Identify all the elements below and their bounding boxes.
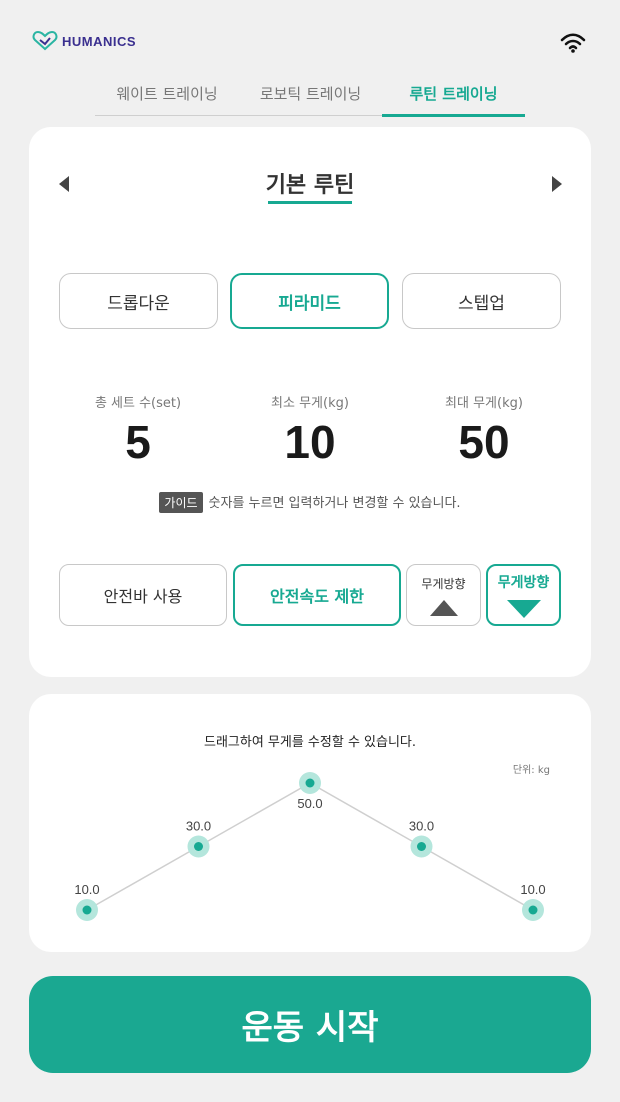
start-workout-button[interactable]: 운동 시작 (29, 976, 591, 1073)
chart-point-label: 10.0 (74, 882, 99, 897)
brand-logo: HUMANICS (32, 31, 136, 51)
chart-point-label: 50.0 (297, 796, 322, 811)
weight-direction-down-button[interactable]: 무게방향 (486, 564, 561, 626)
stat-min-weight-label: 최소 무게(kg) (271, 396, 349, 411)
triangle-up-icon (429, 599, 458, 616)
stat-max-weight-label: 최대 무게(kg) (445, 396, 523, 411)
tab-robotic-training[interactable]: 로보틱 트레이닝 (239, 80, 382, 116)
chart-point-label: 30.0 (186, 819, 211, 834)
chart-point[interactable] (305, 778, 315, 788)
safety-bar-button[interactable]: 안전바 사용 (59, 564, 227, 626)
weight-direction-up-label: 무게방향 (421, 576, 466, 591)
stat-max-weight-value[interactable]: 50 (394, 415, 574, 469)
weight-chart-card: 드래그하여 무게를 수정할 수 있습니다. 단위: kg 10.0 30.0 50.… (29, 694, 591, 952)
brand-name: HUMANICS (62, 33, 137, 49)
mode-pyramid-button[interactable]: 피라미드 (230, 273, 389, 329)
top-bar: HUMANICS (0, 0, 620, 80)
next-routine-arrow-icon[interactable] (552, 176, 562, 192)
weight-direction-down-label: 무게방향 (497, 575, 550, 591)
stat-total-sets-label: 총 세트 수(set) (94, 396, 182, 411)
chart-point[interactable] (528, 905, 538, 915)
chart-point[interactable] (82, 905, 92, 915)
triangle-down-icon (506, 600, 541, 618)
speed-limit-button[interactable]: 안전속도 제한 (233, 564, 401, 626)
tab-routine-training[interactable]: 루틴 트레이닝 (382, 80, 525, 117)
guide-text: 숫자를 누르면 입력하거나 변경할 수 있습니다. (208, 496, 461, 511)
mode-dropdown-button[interactable]: 드롭다운 (59, 273, 218, 329)
training-tabs: 웨이트 트레이닝 로보틱 트레이닝 루틴 트레이닝 (95, 80, 525, 117)
tab-weight-training[interactable]: 웨이트 트레이닝 (95, 80, 239, 116)
brand-heart-icon (32, 31, 58, 51)
stat-total-sets-value[interactable]: 5 (48, 415, 228, 469)
weight-direction-up-button[interactable]: 무게방향 (406, 564, 481, 626)
chart-point-label: 30.0 (409, 819, 434, 834)
mode-stepup-button[interactable]: 스텝업 (402, 273, 561, 329)
routine-title: 기본 루틴 (265, 173, 355, 198)
chart-point-label: 10.0 (520, 882, 545, 897)
wifi-icon (560, 33, 586, 53)
guide-message: 가이드 숫자를 누르면 입력하거나 변경할 수 있습니다. (29, 492, 591, 513)
guide-badge: 가이드 (159, 492, 203, 513)
routine-title-underline (268, 201, 352, 204)
stat-max-weight[interactable]: 최대 무게(kg) 50 (394, 392, 574, 469)
stat-total-sets[interactable]: 총 세트 수(set) 5 (48, 392, 228, 469)
weight-chart[interactable]: 10.0 30.0 50.0 30.0 10.0 (29, 694, 591, 952)
stat-min-weight-value[interactable]: 10 (220, 415, 400, 469)
stat-min-weight[interactable]: 최소 무게(kg) 10 (220, 392, 400, 469)
routine-card: 기본 루틴 드롭다운 피라미드 스텝업 총 세트 수(set) 5 최소 무게(… (29, 127, 591, 677)
chart-point[interactable] (417, 842, 426, 851)
chart-point[interactable] (194, 842, 203, 851)
